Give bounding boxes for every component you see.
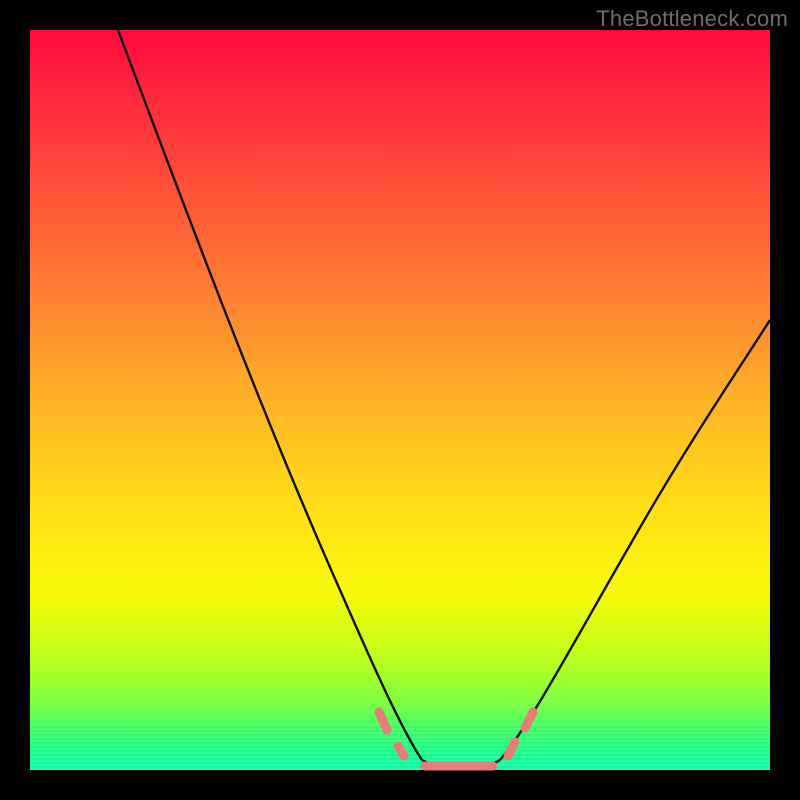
right-curve [500,320,770,760]
curves-svg [30,30,770,770]
marker-group [379,712,533,766]
watermark-text: TheBottleneck.com [596,6,788,32]
plot-area [30,30,770,770]
chart-frame: TheBottleneck.com [0,0,800,800]
left-curve [118,30,422,760]
